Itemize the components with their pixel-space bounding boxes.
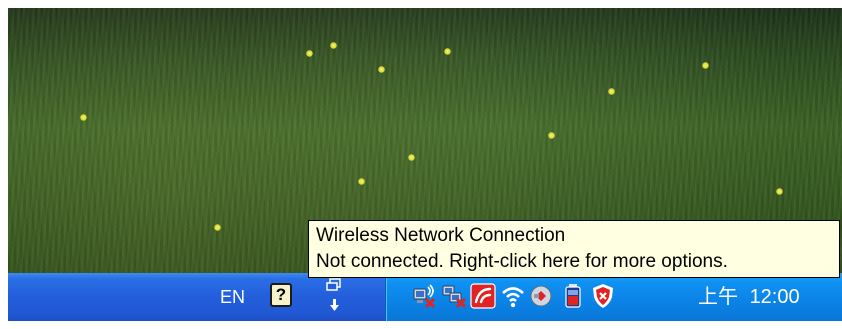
wallpaper-flower [306,50,313,57]
wallpaper-flower [214,224,221,231]
power-plug-icon[interactable] [528,283,554,309]
language-bar-help-icon[interactable]: ? [270,283,292,307]
language-bar-indicator[interactable]: EN [220,285,245,309]
wallpaper-flower [776,188,783,195]
wallpaper-flower [408,154,415,161]
wallpaper-flower [608,88,615,95]
tooltip-title: Wireless Network Connection [316,225,566,246]
antivirus-icon[interactable] [470,283,496,309]
wireless-connection-tooltip[interactable]: Wireless Network Connection Not connecte… [308,220,840,278]
tooltip-message: Not connected. Right-click here for more… [316,251,728,272]
security-center-alert-icon[interactable] [590,283,616,309]
wallpaper-flower [444,48,451,55]
wallpaper-flower [80,114,87,121]
wallpaper-flower [330,42,337,49]
clock-time: 12:00 [749,286,800,308]
notification-area: 上午 12:00 [385,273,842,321]
wireless-signal-icon[interactable] [412,283,438,309]
wallpaper-flower [358,178,365,185]
wifi-icon[interactable] [500,283,526,309]
battery-icon[interactable] [560,283,586,309]
taskbar: EN ? 上午 12:00 [8,273,842,321]
screen: Wireless Network Connection Not connecte… [0,0,842,329]
wallpaper-flower [378,66,385,73]
wallpaper-flower [702,62,709,69]
network-disconnected-icon[interactable] [442,283,468,309]
clock-period: 上午 [698,286,738,308]
taskbar-restore-icon[interactable] [324,277,344,315]
wallpaper-flower [548,132,555,139]
system-clock[interactable]: 上午 12:00 [698,285,800,309]
